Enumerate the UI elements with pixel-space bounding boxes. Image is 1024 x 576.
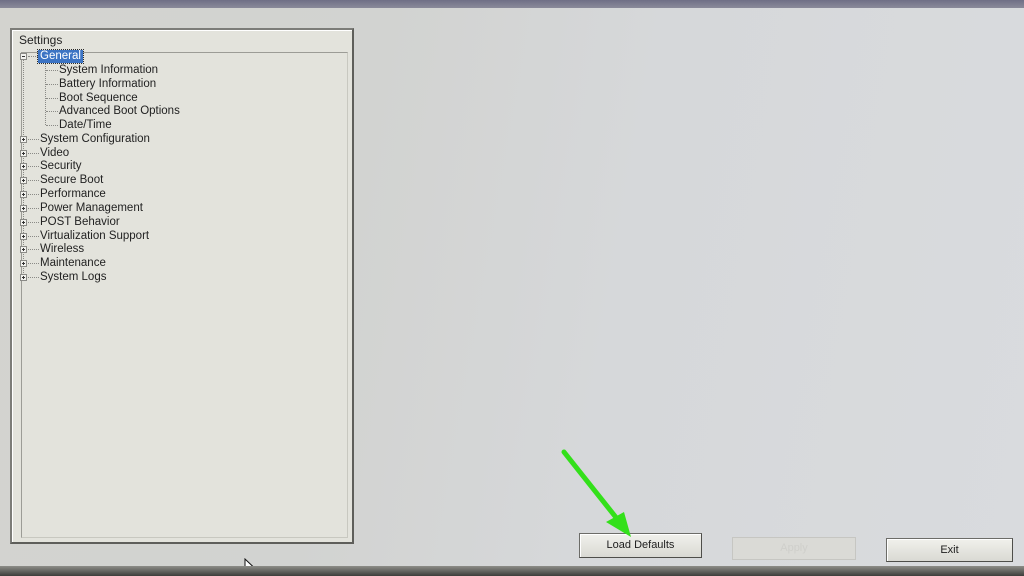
tree-item-date-time[interactable]: Date/Time	[59, 119, 112, 132]
tree-item-battery-information[interactable]: Battery Information	[59, 78, 156, 91]
tree-branch	[28, 236, 39, 237]
tree-item-maintenance[interactable]: Maintenance	[40, 257, 106, 270]
expand-icon[interactable]	[20, 246, 27, 253]
tree-item-system-logs[interactable]: System Logs	[40, 271, 106, 284]
expand-icon[interactable]	[20, 177, 27, 184]
tree-branch	[28, 249, 39, 250]
tree-branch	[28, 222, 39, 223]
load-defaults-button[interactable]: Load Defaults	[579, 533, 702, 558]
tree-branch	[46, 98, 58, 99]
tree-branch	[28, 194, 39, 195]
tree-item-secure-boot[interactable]: Secure Boot	[40, 174, 103, 187]
expand-icon[interactable]	[20, 136, 27, 143]
tree-item-boot-sequence[interactable]: Boot Sequence	[59, 92, 138, 105]
exit-button[interactable]: Exit	[886, 538, 1013, 562]
collapse-icon[interactable]	[20, 53, 27, 60]
tree-branch	[46, 111, 58, 112]
tree-item-performance[interactable]: Performance	[40, 188, 106, 201]
tree-branch	[46, 70, 58, 71]
tree-branch	[28, 166, 39, 167]
tree-branch	[28, 56, 38, 57]
expand-icon[interactable]	[20, 274, 27, 281]
tree-title: Settings	[19, 33, 63, 47]
tree-item-advanced-boot-options[interactable]: Advanced Boot Options	[59, 105, 180, 118]
window-title-bar	[0, 0, 1024, 8]
tree-item-security[interactable]: Security	[40, 160, 82, 173]
tree-branch	[28, 139, 39, 140]
tree-branch	[28, 180, 39, 181]
apply-button[interactable]: Apply	[732, 537, 856, 560]
tree-item-post-behavior[interactable]: POST Behavior	[40, 216, 120, 229]
expand-icon[interactable]	[20, 150, 27, 157]
expand-icon[interactable]	[20, 205, 27, 212]
tree-item-wireless[interactable]: Wireless	[40, 243, 84, 256]
tree-branch	[28, 263, 39, 264]
tree-branch	[46, 125, 58, 126]
tree-item-virtualization-support[interactable]: Virtualization Support	[40, 230, 149, 243]
tree-item-system-information[interactable]: System Information	[59, 64, 158, 77]
settings-tree-panel: Settings General System Information Batt…	[10, 28, 354, 544]
expand-icon[interactable]	[20, 233, 27, 240]
tree-item-general[interactable]: General	[37, 49, 84, 64]
expand-icon[interactable]	[20, 191, 27, 198]
tree-branch	[28, 153, 39, 154]
tree-branch	[28, 277, 39, 278]
tree-item-video[interactable]: Video	[40, 147, 69, 160]
expand-icon[interactable]	[20, 260, 27, 267]
screen-bottom-edge	[0, 566, 1024, 576]
tree-item-power-management[interactable]: Power Management	[40, 202, 143, 215]
expand-icon[interactable]	[20, 163, 27, 170]
tree-item-system-configuration[interactable]: System Configuration	[40, 133, 150, 146]
expand-icon[interactable]	[20, 219, 27, 226]
tree-branch	[46, 84, 58, 85]
tree-branch	[28, 208, 39, 209]
